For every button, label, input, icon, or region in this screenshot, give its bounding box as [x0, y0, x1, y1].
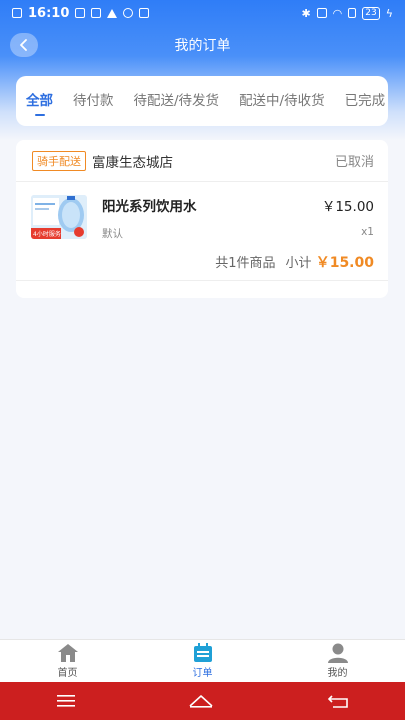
product-price: ￥15.00 — [321, 199, 374, 215]
delivery-type-badge: 骑手配送 — [32, 150, 86, 171]
chevron-left-icon — [20, 39, 27, 51]
page-title: 我的订单 — [174, 38, 231, 54]
order-summary: 共1件商品 小计 ￥15.00 — [215, 252, 374, 272]
wifi-icon: ◠ — [332, 6, 343, 20]
vibrate-icon — [316, 8, 327, 18]
card-divider — [16, 280, 388, 281]
home-button-icon[interactable] — [188, 693, 214, 709]
tabbar-orders[interactable]: 订单 — [163, 643, 243, 679]
menu-icon[interactable] — [56, 694, 76, 708]
order-card[interactable]: 骑手配送 富康生态城店 已取消 4小时服务 阳光系列饮用水 默认 ￥15.00 … — [16, 140, 388, 298]
order-header: 骑手配送 富康生态城店 已取消 — [16, 140, 388, 182]
back-nav-icon[interactable] — [327, 693, 349, 709]
product-quantity: x1 — [361, 226, 374, 238]
notification-icon — [12, 8, 22, 18]
orders-icon — [192, 643, 214, 663]
item-count: 共1件商品 — [215, 256, 276, 271]
status-bar: 16:10 ✱ ◠ 23 ϟ — [0, 0, 405, 26]
water-bottle-image: 4小时服务 — [31, 195, 87, 239]
app-icon — [91, 8, 102, 18]
tabbar-orders-label: 订单 — [192, 668, 213, 679]
tabbar-profile[interactable]: 我的 — [298, 643, 378, 679]
home-icon — [57, 643, 79, 663]
profile-icon — [327, 643, 349, 663]
message-icon — [75, 8, 86, 18]
system-navigation-bar — [0, 682, 405, 720]
store-name: 富康生态城店 — [92, 154, 173, 171]
order-status: 已取消 — [334, 155, 374, 170]
signal-icon — [348, 8, 357, 18]
bottom-tab-bar: 首页 订单 我的 — [0, 639, 405, 682]
bluetooth-icon: ✱ — [301, 6, 311, 20]
order-tabs: 全部 待付款 待配送/待发货 配送中/待收货 已完成 — [16, 76, 388, 126]
tabbar-profile-label: 我的 — [327, 668, 348, 679]
subtotal-amount: ￥15.00 — [315, 255, 374, 271]
battery-icon: 23 — [362, 6, 380, 20]
tabbar-home-label: 首页 — [57, 668, 78, 679]
navbar: 我的订单 — [0, 28, 405, 62]
charging-icon: ϟ — [385, 6, 393, 20]
tab-pending-payment[interactable]: 待付款 — [73, 76, 114, 126]
tabbar-home[interactable]: 首页 — [28, 643, 108, 679]
eye-icon — [123, 8, 134, 18]
status-time: 16:10 — [28, 5, 70, 21]
product-image: 4小时服务 — [31, 195, 87, 239]
tab-in-delivery[interactable]: 配送中/待收货 — [239, 76, 325, 126]
tab-pending-delivery[interactable]: 待配送/待发货 — [134, 76, 220, 126]
back-button[interactable] — [10, 33, 38, 57]
crown-icon — [139, 8, 150, 18]
tab-completed[interactable]: 已完成 — [345, 76, 386, 126]
subtotal-label: 小计 — [285, 256, 312, 271]
product-name: 阳光系列饮用水 — [102, 199, 197, 215]
warning-icon — [107, 8, 118, 18]
product-spec: 默认 — [102, 228, 123, 240]
product-image-badge: 4小时服务 — [33, 230, 61, 238]
tab-all[interactable]: 全部 — [26, 76, 53, 126]
